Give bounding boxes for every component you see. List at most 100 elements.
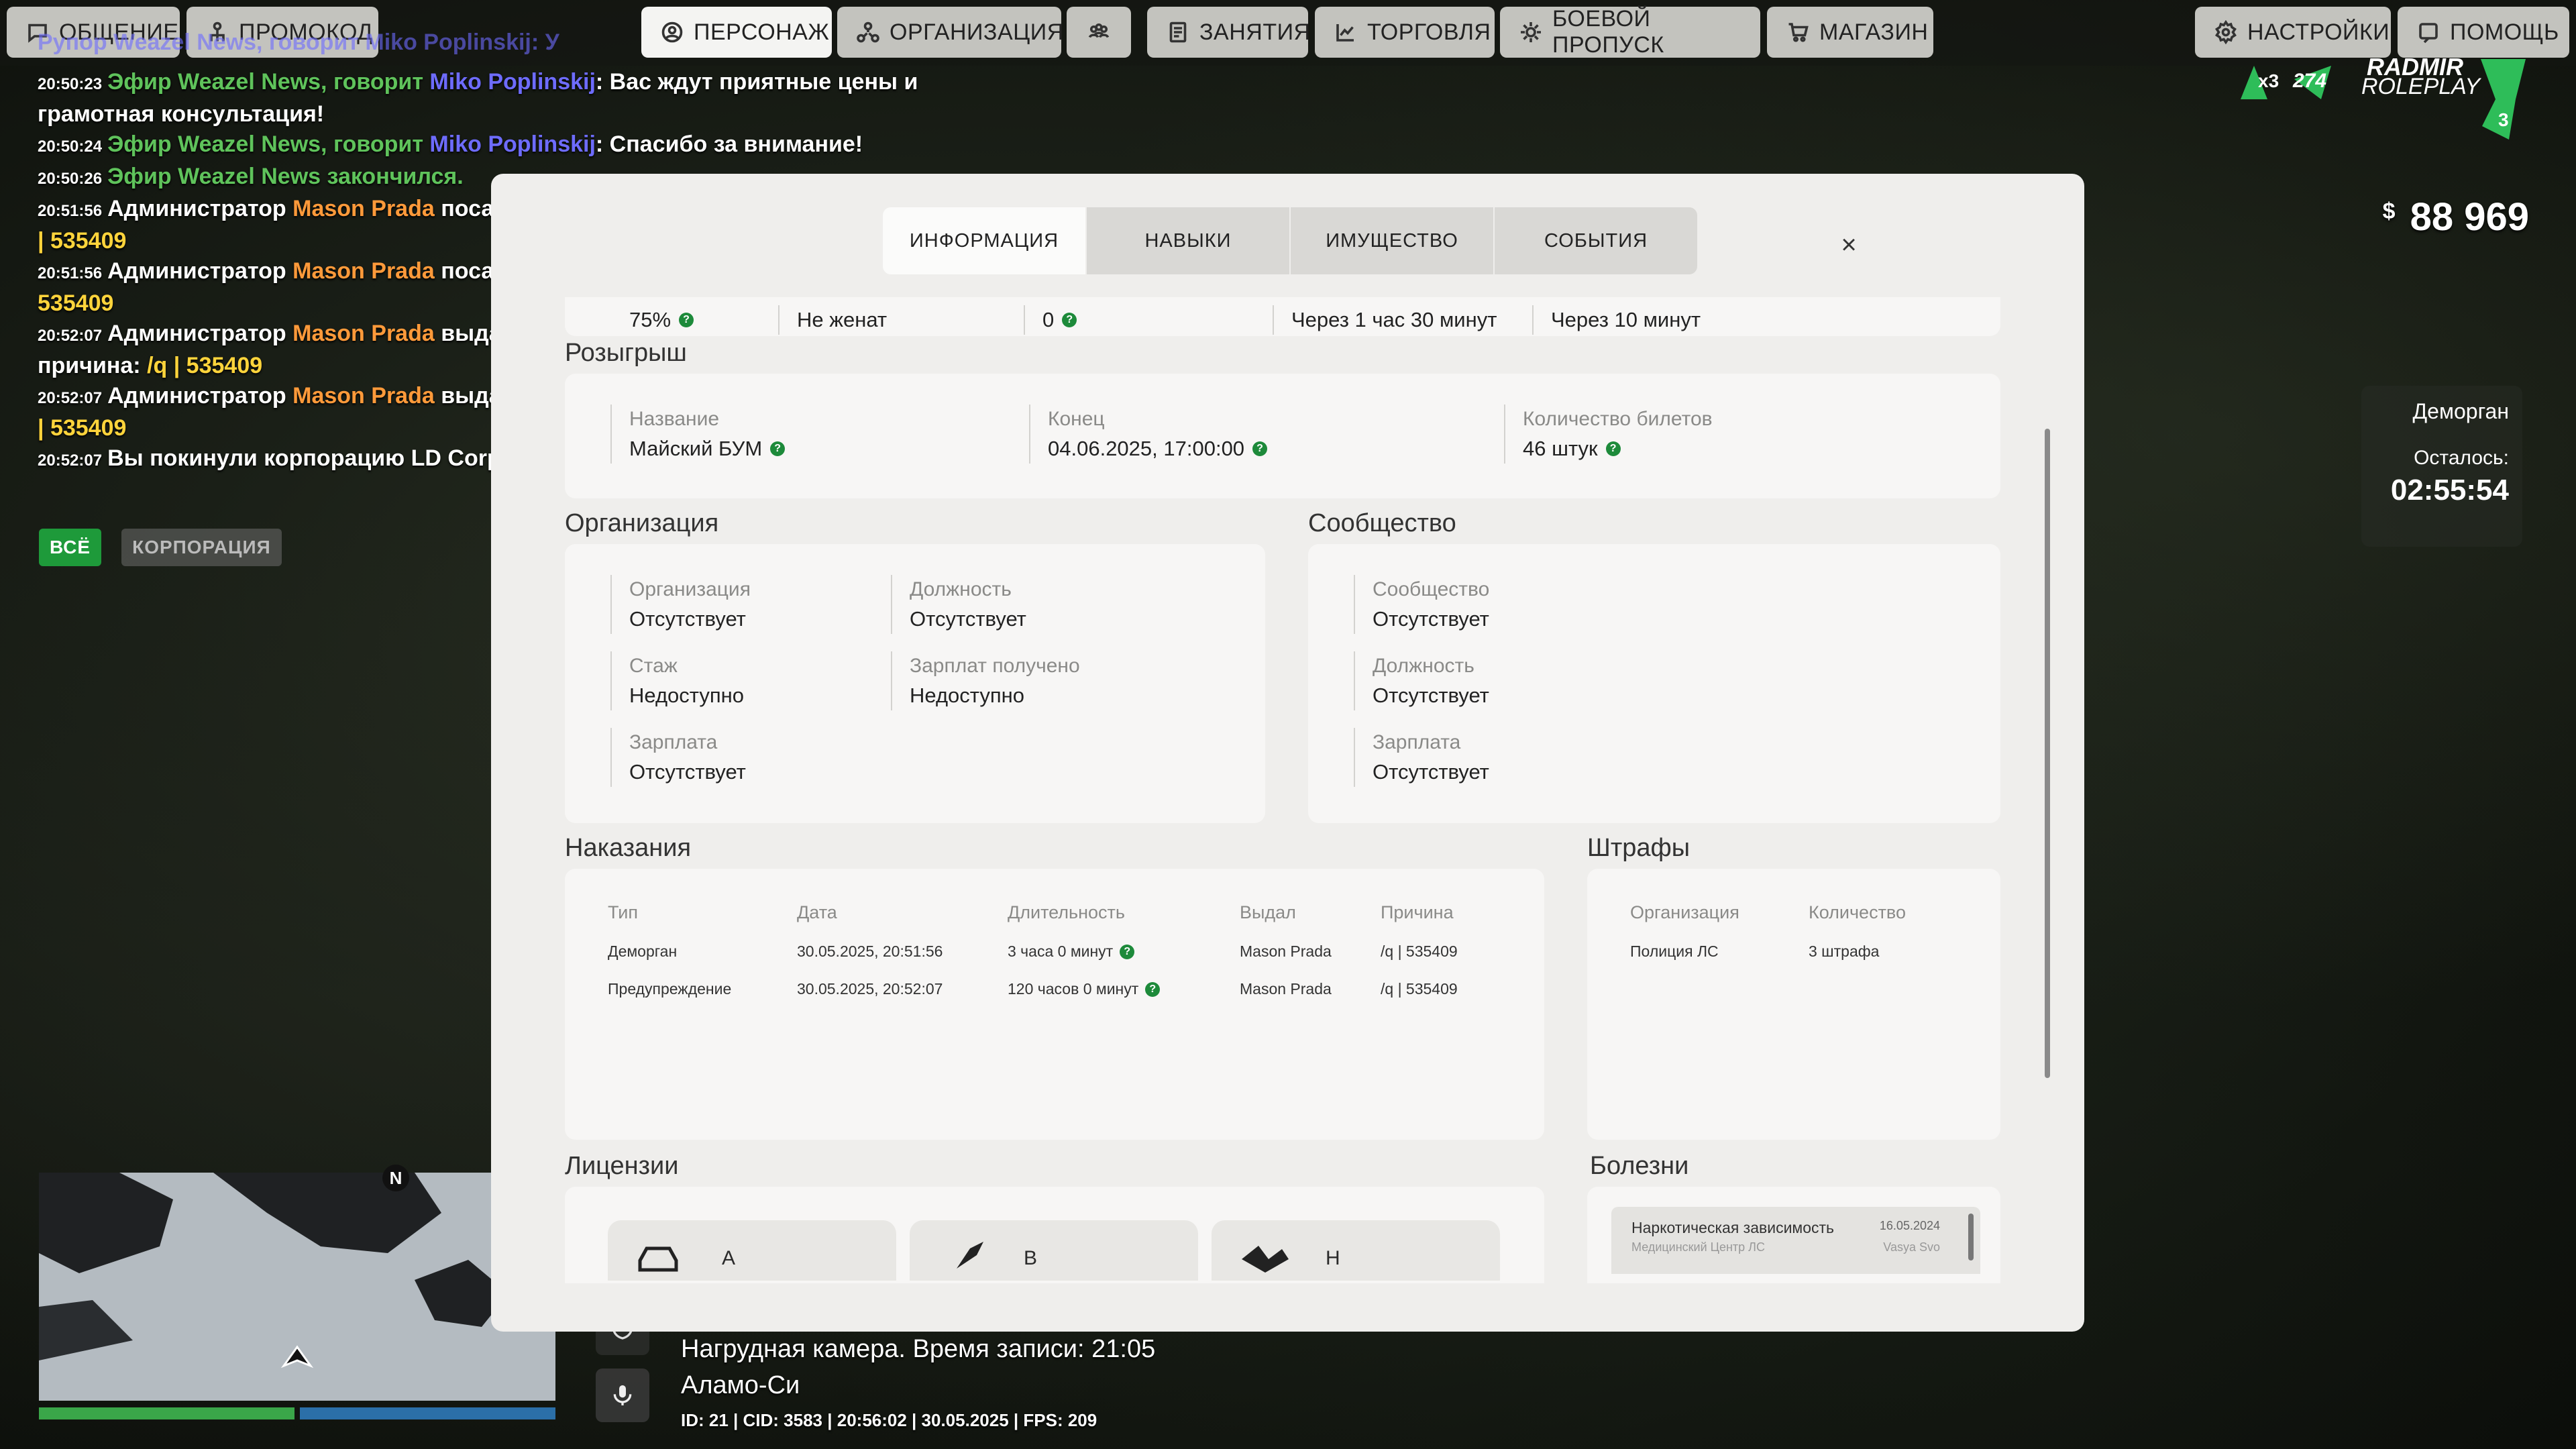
col-issued-by: Выдал	[1240, 902, 1296, 922]
character-icon	[660, 19, 684, 45]
chat-text: Mason Prada	[292, 383, 435, 409]
help-icon: ?	[770, 441, 786, 456]
tab-groups[interactable]	[1067, 7, 1131, 58]
chat-tab-corporation[interactable]: КОРПОРАЦИЯ	[121, 529, 282, 566]
chat-text: Администратор	[107, 321, 293, 346]
tab-battlepass[interactable]: БОЕВОЙ ПРОПУСК	[1500, 6, 1760, 58]
tab-events[interactable]: СОБЫТИЯ	[1495, 207, 1697, 274]
chat-text: Эфир Weazel News, говорит	[107, 69, 430, 95]
north-indicator: N	[382, 1165, 409, 1191]
chat-timestamp: 20:50:24	[38, 138, 103, 156]
giveaway-end-field: Конец 04.06.2025, 17:00:00?	[1029, 405, 1268, 464]
demorgan-title: Деморган	[2412, 399, 2510, 423]
organization-icon	[856, 19, 880, 45]
punishments-table: Тип Дата Длительность Выдал Причина Демо…	[565, 869, 1544, 1140]
server-number: 3	[2498, 109, 2509, 130]
money-display: $ 88 969	[2383, 195, 2529, 239]
time-left-label: Осталось:	[2414, 447, 2509, 469]
col-date: Дата	[797, 902, 837, 922]
organization-title: Организация	[565, 509, 719, 537]
tab-property[interactable]: ИМУЩЕСТВО	[1291, 207, 1493, 274]
help-button[interactable]: ПОМОЩЬ	[2398, 7, 2569, 58]
microphone-icon	[613, 1385, 632, 1405]
help-icon: ?	[1120, 944, 1135, 959]
modal-tabs: ИНФОРМАЦИЯ НАВЫКИ ИМУЩЕСТВО СОБЫТИЯ	[883, 207, 1699, 274]
tab-jobs[interactable]: ЗАНЯТИЯ	[1147, 7, 1310, 58]
community-position-field: Должность Отсутствует	[1354, 651, 1489, 710]
gear-icon	[2214, 19, 2238, 45]
time-left-value: 02:55:54	[2390, 474, 2509, 506]
giveaway-title: Розыгрыш	[565, 339, 687, 367]
chat-timestamp: 20:52:07	[38, 389, 103, 407]
giveaway-name-field: Название Майский БУМ?	[610, 405, 786, 464]
org-name-field: Организация Отсутствует	[610, 575, 751, 634]
chat-text: Администратор	[107, 196, 293, 221]
community-salary-field: Зарплата Отсутствует	[1354, 728, 1489, 787]
bodycam-text: Нагрудная камера. Время записи: 21:05	[681, 1335, 1156, 1363]
chat-text: Miko Poplinskij	[429, 69, 596, 95]
brand-roleplay: ROLEPLAY	[2361, 74, 2481, 99]
stat-value-5: Через 10 минут	[1532, 305, 1701, 335]
stat-value-3: 0?	[1024, 305, 1077, 335]
chat-text: Mason Prada	[292, 196, 435, 221]
session-info: ID: 21 | CID: 3583 | 20:56:02 | 30.05.20…	[681, 1410, 1097, 1430]
content-scrollbar[interactable]	[2045, 429, 2050, 1078]
tab-information[interactable]: ИНФОРМАЦИЯ	[883, 207, 1085, 274]
diseases-card: Наркотическая зависимость Медицинский Це…	[1587, 1187, 2000, 1283]
tab-trade[interactable]: ТОРГОВЛЯ	[1315, 7, 1495, 58]
character-modal: ИНФОРМАЦИЯ НАВЫКИ ИМУЩЕСТВО СОБЫТИЯ × 75…	[491, 174, 2084, 1332]
org-position-field: Должность Отсутствует	[891, 575, 1026, 634]
modal-content: 75%? Не женат 0? Через 1 час 30 минут Че…	[565, 297, 2000, 1283]
license-boat[interactable]: Н	[1212, 1220, 1500, 1281]
help-icon: ?	[679, 313, 694, 327]
col-duration: Длительность	[1008, 902, 1125, 922]
demorgan-timer-panel: Деморган Осталось: 02:55:54	[2361, 386, 2522, 547]
col-reason: Причина	[1381, 902, 1454, 922]
licenses-card: А В Н	[565, 1187, 1544, 1283]
health-bar	[39, 1407, 294, 1419]
org-experience-field: Стаж Недоступно	[610, 651, 744, 710]
disease-item: Наркотическая зависимость Медицинский Це…	[1611, 1207, 1980, 1274]
disease-scrollbar[interactable]	[1968, 1214, 1974, 1260]
license-car[interactable]: А	[608, 1220, 896, 1281]
community-name-field: Сообщество Отсутствует	[1354, 575, 1489, 634]
tab-shop[interactable]: МАГАЗИН	[1767, 7, 1933, 58]
org-salary-field: Зарплата Отсутствует	[610, 728, 746, 787]
diseases-title: Болезни	[1590, 1152, 1689, 1180]
stat-value-1: 75%?	[629, 305, 694, 335]
license-helicopter[interactable]: В	[910, 1220, 1198, 1281]
chat-text: Mason Prada	[292, 321, 435, 346]
chat-timestamp: 20:51:56	[38, 264, 103, 282]
boat-icon	[1242, 1246, 1289, 1273]
group-icon	[1086, 19, 1112, 45]
settings-button[interactable]: НАСТРОЙКИ	[2195, 7, 2391, 58]
money-amount: 88 969	[2410, 195, 2529, 239]
community-card: Сообщество Отсутствует Должность Отсутст…	[1308, 544, 2000, 823]
chat-timestamp: 20:52:07	[38, 327, 103, 345]
tab-character[interactable]: ПЕРСОНАЖ	[641, 7, 832, 58]
currency-sign: $	[2382, 199, 2396, 224]
tab-organization[interactable]: ОРГАНИЗАЦИЯ	[837, 7, 1063, 58]
microphone-button[interactable]	[596, 1368, 649, 1422]
armor-bar	[300, 1407, 555, 1419]
plane-icon	[957, 1242, 983, 1269]
minimap[interactable]	[39, 1173, 555, 1401]
health-armor-bars	[39, 1407, 555, 1419]
help-icon	[2416, 19, 2440, 45]
location-name: Аламо-Си	[681, 1371, 800, 1399]
licenses-title: Лицензии	[565, 1152, 679, 1180]
chat-tab-all[interactable]: ВСЁ	[39, 529, 102, 566]
giveaway-tickets-field: Количество билетов 46 штук?	[1504, 405, 1713, 464]
tab-skills[interactable]: НАВЫКИ	[1087, 207, 1289, 274]
help-icon: ?	[1605, 441, 1621, 456]
community-title: Сообщество	[1308, 509, 1456, 537]
fines-table: Организация Количество Полиция ЛС 3 штра…	[1587, 869, 2000, 1140]
chat-text: : Спасибо за внимание!	[595, 131, 863, 157]
chat-message: 20:50:24 Эфир Weazel News, говорит Miko P…	[38, 129, 977, 162]
chat-text: Miko Poplinskij	[429, 131, 596, 157]
close-icon[interactable]: ×	[1829, 225, 1869, 265]
stats-card: 75%? Не женат 0? Через 1 час 30 минут Че…	[565, 297, 2000, 336]
server-logo: x3 274 RADMIR ROLEPLAY 3	[2214, 52, 2536, 146]
chat-timestamp: 20:52:07	[38, 451, 103, 470]
organization-card: Организация Отсутствует Должность Отсутс…	[565, 544, 1265, 823]
